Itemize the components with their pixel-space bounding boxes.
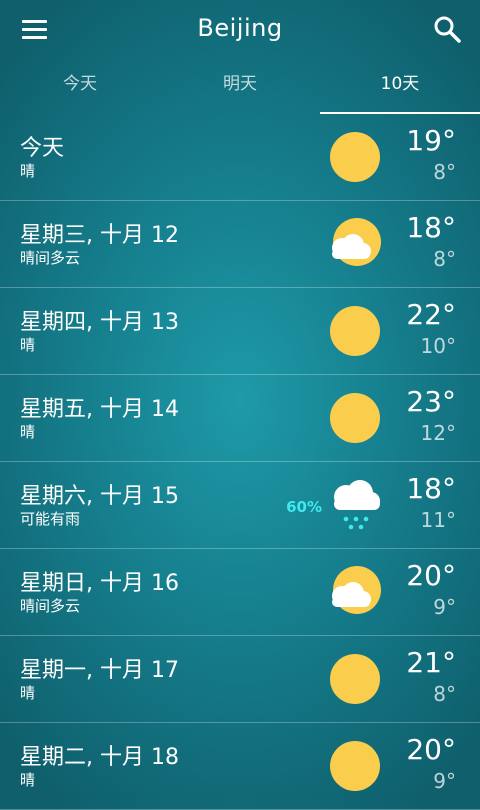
forecast-day: 星期六, 十月 15 [20, 484, 179, 509]
low-temperature: 12° [420, 421, 456, 445]
low-temperature: 8° [433, 160, 456, 184]
app-bar: Beijing [0, 0, 480, 58]
forecast-day: 星期四, 十月 13 [20, 310, 179, 335]
precipitation-chance: 60% [286, 498, 322, 516]
low-temperature: 8° [433, 247, 456, 271]
sunny-icon [330, 654, 380, 704]
forecast-row[interactable]: 星期六, 十月 15 可能有雨 60% 18° 11° [0, 462, 480, 549]
forecast-condition: 可能有雨 [20, 510, 81, 528]
partly-cloudy-icon [332, 218, 381, 266]
high-temperature: 18° [406, 211, 456, 244]
forecast-condition: 晴间多云 [20, 597, 81, 615]
forecast-day: 星期日, 十月 16 [20, 571, 179, 596]
high-temperature: 18° [406, 472, 456, 505]
search-icon[interactable] [432, 14, 462, 44]
high-temperature: 20° [406, 733, 456, 766]
city-title: Beijing [197, 14, 283, 42]
forecast-row[interactable]: 星期日, 十月 16 晴间多云 20° 9° [0, 549, 480, 636]
forecast-row[interactable]: 星期四, 十月 13 晴 22° 10° [0, 288, 480, 375]
low-temperature: 9° [433, 595, 456, 619]
sunny-icon [330, 306, 380, 356]
low-temperature: 10° [420, 334, 456, 358]
forecast-day: 星期一, 十月 17 [20, 658, 179, 683]
tab-today[interactable]: 今天 [0, 58, 160, 114]
forecast-day: 星期二, 十月 18 [20, 745, 179, 770]
forecast-row[interactable]: 星期一, 十月 17 晴 21° 8° [0, 636, 480, 723]
high-temperature: 22° [406, 298, 456, 331]
low-temperature: 11° [420, 508, 456, 532]
forecast-row[interactable]: 星期三, 十月 12 晴间多云 18° 8° [0, 201, 480, 288]
forecast-condition: 晴 [20, 423, 36, 441]
sunny-icon [330, 132, 380, 182]
partly-cloudy-icon [332, 566, 381, 614]
forecast-list: 今天晴 19° 8° 星期三, 十月 12 晴间多云 18° 8° 星期四, 十月 13 晴 22… [0, 114, 480, 810]
forecast-day: 星期五, 十月 14 [20, 397, 179, 422]
tab-10-day[interactable]: 10天 [320, 58, 480, 114]
forecast-condition: 晴间多云 [20, 249, 81, 267]
sunny-icon [330, 741, 380, 791]
high-temperature: 20° [406, 559, 456, 592]
forecast-condition: 晴 [20, 771, 36, 789]
forecast-row[interactable]: 今天晴 19° 8° [0, 114, 480, 201]
low-temperature: 9° [433, 769, 456, 793]
high-temperature: 19° [406, 124, 456, 157]
high-temperature: 21° [406, 646, 456, 679]
forecast-condition: 晴 [20, 162, 36, 180]
sunny-icon [330, 393, 380, 443]
forecast-tabs: 今天 明天 10天 [0, 58, 480, 114]
forecast-condition: 晴 [20, 684, 36, 702]
forecast-day: 今天 [20, 136, 65, 161]
rain-cloud-icon [334, 480, 380, 530]
forecast-day: 星期三, 十月 12 [20, 223, 179, 248]
high-temperature: 23° [406, 385, 456, 418]
low-temperature: 8° [433, 682, 456, 706]
forecast-row[interactable]: 星期二, 十月 18 晴 20° 9° [0, 723, 480, 810]
forecast-row[interactable]: 星期五, 十月 14 晴 23° 12° [0, 375, 480, 462]
tab-tomorrow[interactable]: 明天 [160, 58, 320, 114]
forecast-condition: 晴 [20, 336, 36, 354]
